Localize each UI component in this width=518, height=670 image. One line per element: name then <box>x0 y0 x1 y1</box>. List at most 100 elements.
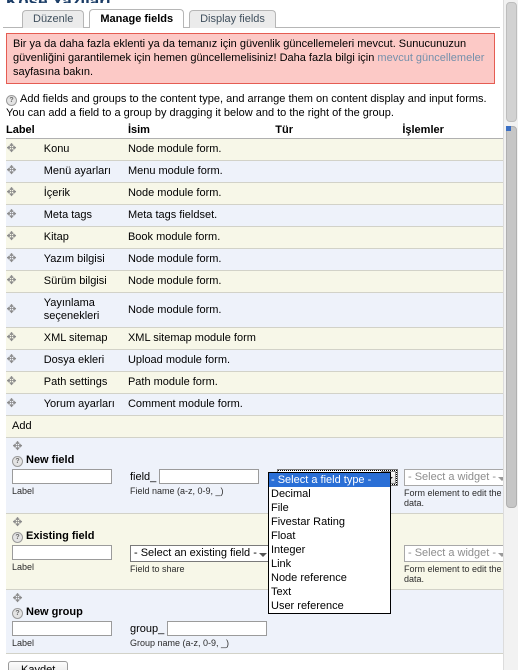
row-name: XML sitemap module form <box>127 327 276 350</box>
move-arrows-icon[interactable]: ✥ <box>6 208 17 220</box>
existing-field-label-caption: Label <box>12 562 35 572</box>
dropdown-option[interactable]: - Select a field type - <box>269 473 390 487</box>
vertical-scrollbar[interactable] <box>503 0 518 670</box>
new-field-machine-input[interactable] <box>159 469 260 484</box>
table-row[interactable]: ✥ İçerik Node module form. <box>6 182 504 205</box>
new-field-label-caption: Label <box>12 486 35 496</box>
drag-handle-cell[interactable]: ✥ <box>6 226 44 249</box>
existing-field-widget-caption: Form element to edit the data. <box>404 564 502 584</box>
table-row[interactable]: ✥ Path settings Path module form. <box>6 371 504 394</box>
table-row[interactable]: ✥ Yorum ayarları Comment module form. <box>6 393 504 416</box>
drag-handle-cell[interactable]: ✥ <box>6 248 44 271</box>
row-ops <box>402 371 504 394</box>
move-arrows-icon[interactable]: ✥ <box>6 186 17 198</box>
move-arrows-icon[interactable]: ✥ <box>6 230 17 242</box>
row-type <box>275 270 403 293</box>
available-updates-link[interactable]: mevcut güncellemeler <box>377 52 484 64</box>
dropdown-option[interactable]: Node reference <box>269 571 390 585</box>
drag-handle-cell[interactable]: ✥ <box>6 182 44 205</box>
new-field-body: Label field_ Field name (a-z, 0-9, _) - … <box>6 469 504 508</box>
page-title: Köşe Yazıları <box>6 0 504 3</box>
table-row[interactable]: ✥ Yayınlama seçenekleri Node module form… <box>6 292 504 328</box>
dropdown-option[interactable]: File <box>269 501 390 515</box>
move-arrows-icon[interactable]: ✥ <box>6 142 17 154</box>
move-arrows-icon[interactable]: ✥ <box>6 375 17 387</box>
drag-handle-cell[interactable]: ✥ <box>6 349 44 372</box>
existing-field-drag-handle[interactable]: ✥ <box>6 516 504 530</box>
new-group-body: Label group_ Group name (a-z, 0-9, _) <box>6 621 504 648</box>
scrollbar-track-upper[interactable] <box>506 2 517 122</box>
move-arrows-icon[interactable]: ✥ <box>12 592 23 604</box>
table-row[interactable]: ✥ Kitap Book module form. <box>6 226 504 249</box>
table-row[interactable]: ✥ Dosya ekleri Upload module form. <box>6 349 504 372</box>
drag-handle-cell[interactable]: ✥ <box>6 371 44 394</box>
move-arrows-icon[interactable]: ✥ <box>12 440 23 452</box>
drag-handle-cell[interactable]: ✥ <box>6 160 44 183</box>
move-arrows-icon[interactable]: ✥ <box>6 164 17 176</box>
drag-handle-cell[interactable]: ✥ <box>6 292 44 328</box>
move-arrows-icon[interactable]: ✥ <box>6 353 17 365</box>
new-field-label-input[interactable] <box>12 469 112 484</box>
row-label: İçerik <box>43 182 128 205</box>
dropdown-option[interactable]: Float <box>269 529 390 543</box>
existing-field-caption: Field to share <box>130 564 185 574</box>
drag-handle-cell[interactable]: ✥ <box>6 270 44 293</box>
existing-field-widget-value: - Select a widget - <box>408 547 497 559</box>
drag-handle-cell[interactable]: ✥ <box>6 327 44 350</box>
new-field-widget-select[interactable]: - Select a widget - <box>404 469 504 486</box>
drag-handle-cell[interactable]: ✥ <box>6 393 44 416</box>
existing-field-label-input[interactable] <box>12 545 112 560</box>
move-arrows-icon[interactable]: ✥ <box>6 303 17 315</box>
scrollbar-marker <box>506 126 511 131</box>
move-arrows-icon[interactable]: ✥ <box>6 252 17 264</box>
dropdown-option[interactable]: Integer <box>269 543 390 557</box>
row-name: Node module form. <box>127 292 276 328</box>
tab-display-fields[interactable]: Display fields <box>189 10 276 28</box>
row-ops <box>402 349 504 372</box>
drag-handle-cell[interactable]: ✥ <box>6 138 44 161</box>
row-label: Menü ayarları <box>43 160 128 183</box>
existing-field-select[interactable]: - Select an existing field - <box>130 545 273 562</box>
move-arrows-icon[interactable]: ✥ <box>6 331 17 343</box>
scrollbar-thumb[interactable] <box>506 126 517 508</box>
existing-field-widget-select[interactable]: - Select a widget - <box>404 545 504 562</box>
tab-manage-fields[interactable]: Manage fields <box>89 9 185 28</box>
new-group-machine-input[interactable] <box>167 621 268 636</box>
drag-handle-cell[interactable]: ✥ <box>6 204 44 227</box>
row-ops <box>402 182 504 205</box>
manage-fields-table: Label İsim Tür İşlemler ✥ Konu Node modu… <box>6 124 504 438</box>
new-field-machine-row: field_ <box>130 469 277 484</box>
warning-text-after: sayfasına bakın. <box>13 66 94 78</box>
row-label: Path settings <box>43 371 128 394</box>
tab-duzenle[interactable]: Düzenle <box>22 10 85 28</box>
row-name: Book module form. <box>127 226 276 249</box>
table-row[interactable]: ✥ XML sitemap XML sitemap module form <box>6 327 504 350</box>
move-arrows-icon[interactable]: ✥ <box>6 274 17 286</box>
table-row[interactable]: ✥ Yazım bilgisi Node module form. <box>6 248 504 271</box>
table-row[interactable]: ✥ Menü ayarları Menu module form. <box>6 160 504 183</box>
new-field-widget-caption: Form element to edit the data. <box>404 488 502 508</box>
row-type <box>275 226 403 249</box>
move-arrows-icon[interactable]: ✥ <box>12 516 23 528</box>
move-arrows-icon[interactable]: ✥ <box>6 397 17 409</box>
new-group-drag-handle[interactable]: ✥ <box>6 592 504 606</box>
dropdown-option[interactable]: Text <box>269 585 390 599</box>
dropdown-option[interactable]: Decimal <box>269 487 390 501</box>
table-row[interactable]: ✥ Sürüm bilgisi Node module form. <box>6 270 504 293</box>
dropdown-option[interactable]: User reference <box>269 599 390 613</box>
new-group-label-input[interactable] <box>12 621 112 636</box>
row-type <box>275 204 403 227</box>
table-row[interactable]: ✥ Meta tags Meta tags fieldset. <box>6 204 504 227</box>
row-name: Node module form. <box>127 270 276 293</box>
table-row[interactable]: ✥ Konu Node module form. <box>6 138 504 161</box>
new-field-title: New field <box>26 454 75 466</box>
row-name: Path module form. <box>127 371 276 394</box>
help-text: ? Add fields and groups to the content ty… <box>6 92 498 120</box>
dropdown-option[interactable]: Fivestar Rating <box>269 515 390 529</box>
field-type-dropdown-list[interactable]: - Select a field type - Decimal File Fiv… <box>268 472 391 614</box>
row-type <box>275 393 403 416</box>
row-ops <box>402 138 504 161</box>
dropdown-option[interactable]: Link <box>269 557 390 571</box>
new-field-drag-handle[interactable]: ✥ <box>6 440 504 454</box>
save-button[interactable]: Kaydet <box>8 661 69 670</box>
